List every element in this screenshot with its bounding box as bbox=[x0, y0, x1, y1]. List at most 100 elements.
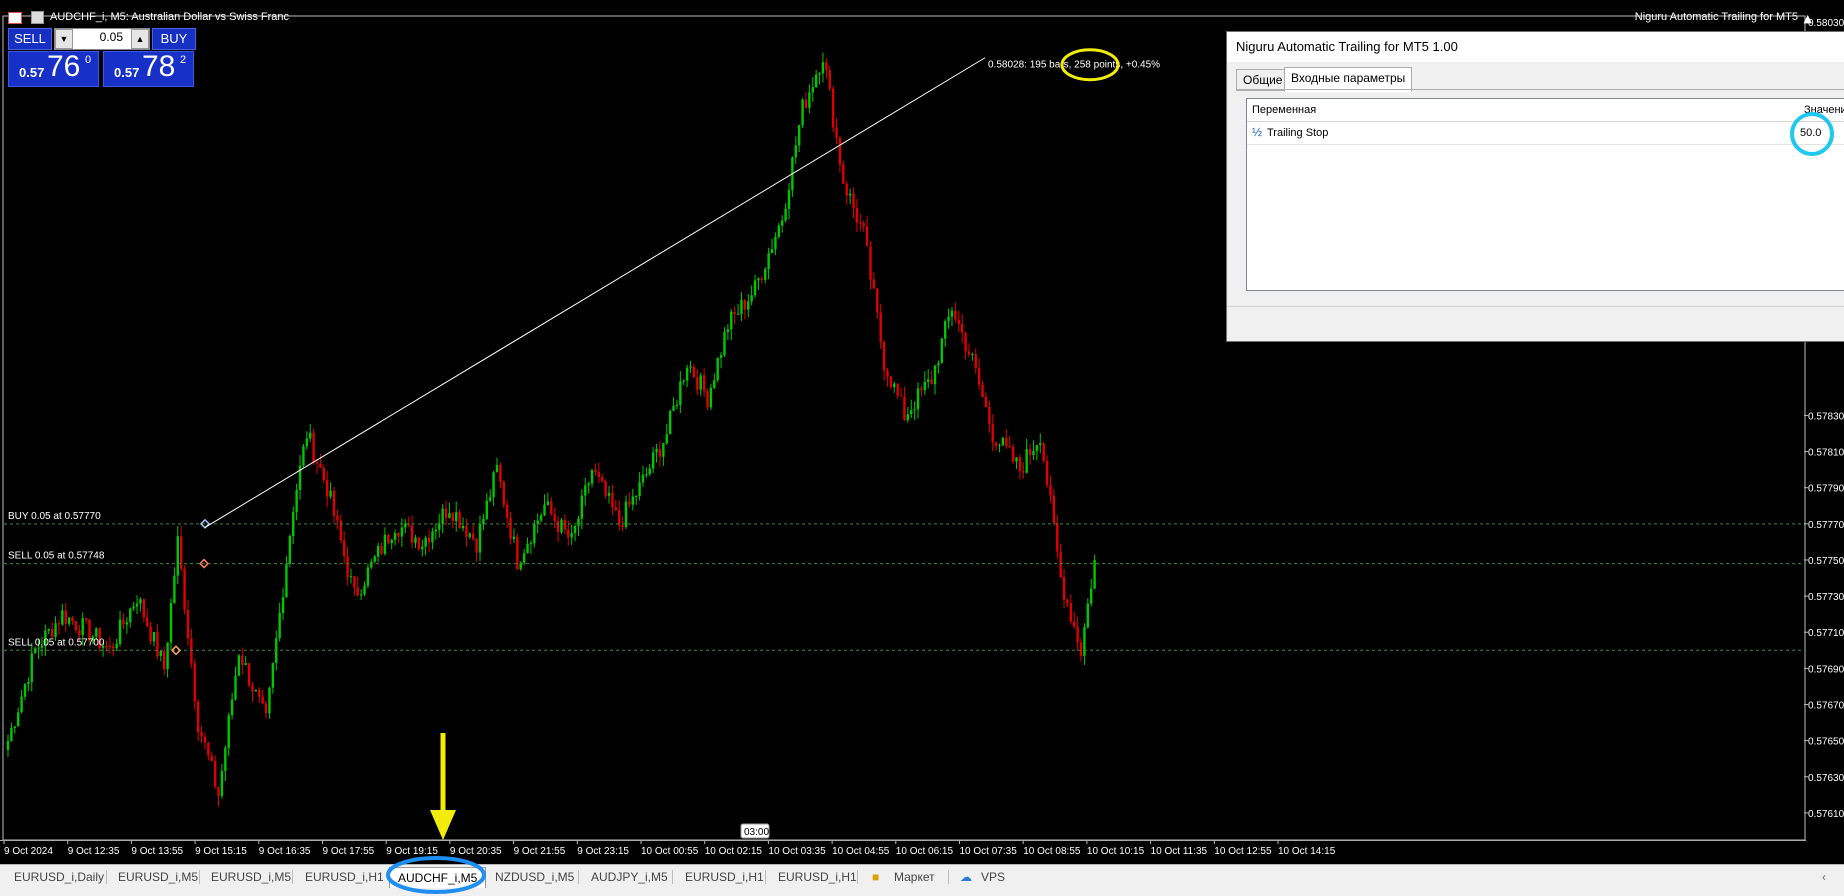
chart-tab-eurusd-h1-3[interactable]: EURUSD_i,H1 bbox=[778, 867, 857, 887]
chart-tab-nzdusd-m5[interactable]: NZDUSD_i,M5 bbox=[495, 867, 574, 887]
candle-body bbox=[264, 703, 268, 714]
chart-tab-eurusd-m5[interactable]: EURUSD_i,M5 bbox=[118, 867, 198, 887]
candle-body bbox=[417, 537, 421, 550]
buy-button[interactable]: BUY bbox=[152, 28, 196, 50]
sell-button[interactable]: SELL bbox=[8, 28, 52, 50]
candle-body bbox=[309, 432, 312, 439]
candle-body bbox=[947, 316, 950, 322]
dialog-caption[interactable]: Niguru Automatic Trailing for MT5 1.00 bbox=[1227, 32, 1844, 62]
lot-decrease-icon[interactable]: ▼ bbox=[55, 29, 73, 49]
chart-arrow-icon[interactable] bbox=[31, 11, 44, 24]
tabs-scroll-left-icon[interactable]: ‹ bbox=[1822, 867, 1826, 887]
lot-size-value[interactable]: 0.05 bbox=[79, 30, 123, 44]
parameter-value[interactable]: 50.0 bbox=[1800, 127, 1821, 139]
cloud-icon: ☁ bbox=[960, 870, 972, 884]
candle-body bbox=[67, 617, 71, 624]
candle-body bbox=[186, 610, 190, 639]
column-value[interactable]: Значение bbox=[1804, 104, 1844, 116]
candle-body bbox=[421, 546, 424, 550]
candle-body bbox=[1005, 437, 1008, 447]
candle-body bbox=[702, 375, 706, 392]
candle-body bbox=[719, 355, 723, 358]
candle-body bbox=[584, 485, 587, 496]
x-tick-label: 10 Oct 04:55 bbox=[832, 846, 890, 857]
candle-body bbox=[960, 323, 964, 333]
chart-tab-market[interactable]: Маркет bbox=[894, 867, 935, 887]
candle-body bbox=[1073, 621, 1076, 627]
chart-tab-eurusd-h1[interactable]: EURUSD_i,H1 bbox=[305, 867, 384, 887]
candle-body bbox=[302, 446, 305, 466]
parameters-grid: Переменная Значение ½ Trailing Stop 50.0 bbox=[1246, 98, 1844, 291]
x-tick-label: 10 Oct 03:35 bbox=[768, 846, 826, 857]
candle-body bbox=[550, 501, 553, 515]
chart-tab-audjpy-m5[interactable]: AUDJPY_i,M5 bbox=[591, 867, 668, 887]
chart-menu-icon[interactable] bbox=[8, 12, 22, 24]
candle-body bbox=[954, 310, 957, 320]
candle-body bbox=[787, 190, 791, 209]
candle-body bbox=[451, 513, 455, 522]
candle-body bbox=[825, 62, 828, 71]
candle-body bbox=[621, 525, 624, 528]
candle-body bbox=[129, 608, 132, 623]
y-tick-label: 0.57810 bbox=[1808, 448, 1844, 459]
dialog-title: Niguru Automatic Trailing for MT5 1.00 bbox=[1236, 39, 1458, 54]
candle-body bbox=[373, 556, 376, 562]
chart-tab-audchf-m5[interactable]: AUDCHF_i,M5 bbox=[389, 867, 487, 889]
chart-tab-eurusd-h1-2[interactable]: EURUSD_i,H1 bbox=[685, 867, 764, 887]
candle-body bbox=[431, 531, 434, 543]
candle-body bbox=[560, 519, 563, 533]
tab-underline bbox=[1236, 89, 1844, 90]
candle-body bbox=[852, 193, 855, 208]
column-variable[interactable]: Переменная bbox=[1252, 104, 1316, 116]
candle-body bbox=[811, 87, 814, 93]
y-tick-label: 0.58030 bbox=[1808, 18, 1844, 29]
candle-body bbox=[1042, 443, 1045, 461]
candle-body bbox=[1086, 603, 1090, 628]
status-bar bbox=[0, 888, 1844, 896]
sell-quote[interactable]: 0.57 76 0 bbox=[8, 50, 99, 87]
candle-body bbox=[665, 434, 668, 444]
candle-body bbox=[638, 482, 641, 497]
candle-body bbox=[427, 537, 431, 543]
candle-body bbox=[16, 712, 20, 727]
candle-body bbox=[984, 396, 988, 408]
candle-body bbox=[247, 663, 251, 686]
candle-body bbox=[967, 351, 971, 355]
grid-header: Переменная Значение bbox=[1247, 99, 1844, 122]
candle-body bbox=[757, 278, 760, 281]
tab-common[interactable]: Общие bbox=[1236, 69, 1290, 91]
buy-quote[interactable]: 0.57 78 2 bbox=[103, 50, 194, 87]
candle-body bbox=[971, 354, 974, 356]
candle-body bbox=[455, 512, 458, 522]
chart-tab-vps[interactable]: VPS bbox=[981, 867, 1005, 887]
candle-body bbox=[193, 663, 196, 702]
candle-body bbox=[383, 534, 387, 554]
candle-body bbox=[1045, 460, 1049, 486]
candle-body bbox=[315, 462, 319, 464]
candle-body bbox=[848, 193, 852, 196]
candle-body bbox=[278, 612, 281, 639]
candle-body bbox=[1066, 599, 1069, 603]
candle-body bbox=[679, 381, 682, 405]
candle-body bbox=[125, 622, 129, 625]
candle-body bbox=[651, 452, 655, 469]
chart-tab-eurusd-m5-2[interactable]: EURUSD_i,M5 bbox=[211, 867, 291, 887]
candle-body bbox=[322, 467, 325, 480]
candle-body bbox=[105, 646, 108, 648]
candle-body bbox=[672, 405, 675, 411]
candle-body bbox=[736, 313, 740, 315]
chart-tab-eurusd-daily[interactable]: EURUSD_i,Daily bbox=[14, 867, 104, 887]
chart-tabs-bar: EURUSD_i,Daily EURUSD_i,M5 EURUSD_i,M5 E… bbox=[0, 864, 1844, 889]
x-tick-label: 10 Oct 10:15 bbox=[1087, 846, 1145, 857]
lot-size-field[interactable]: ▼ 0.05 ▲ bbox=[54, 28, 150, 50]
candle-body bbox=[390, 539, 393, 544]
candle-body bbox=[217, 786, 220, 797]
parameter-row[interactable]: ½ Trailing Stop 50.0 bbox=[1247, 122, 1844, 145]
lot-increase-icon[interactable]: ▲ bbox=[131, 29, 149, 49]
candle-body bbox=[692, 366, 696, 378]
candle-body bbox=[634, 496, 638, 498]
candle-body bbox=[770, 249, 774, 254]
candle-body bbox=[472, 533, 475, 540]
candle-body bbox=[224, 747, 227, 771]
sell-quote-prefix: 0.57 bbox=[19, 65, 45, 80]
